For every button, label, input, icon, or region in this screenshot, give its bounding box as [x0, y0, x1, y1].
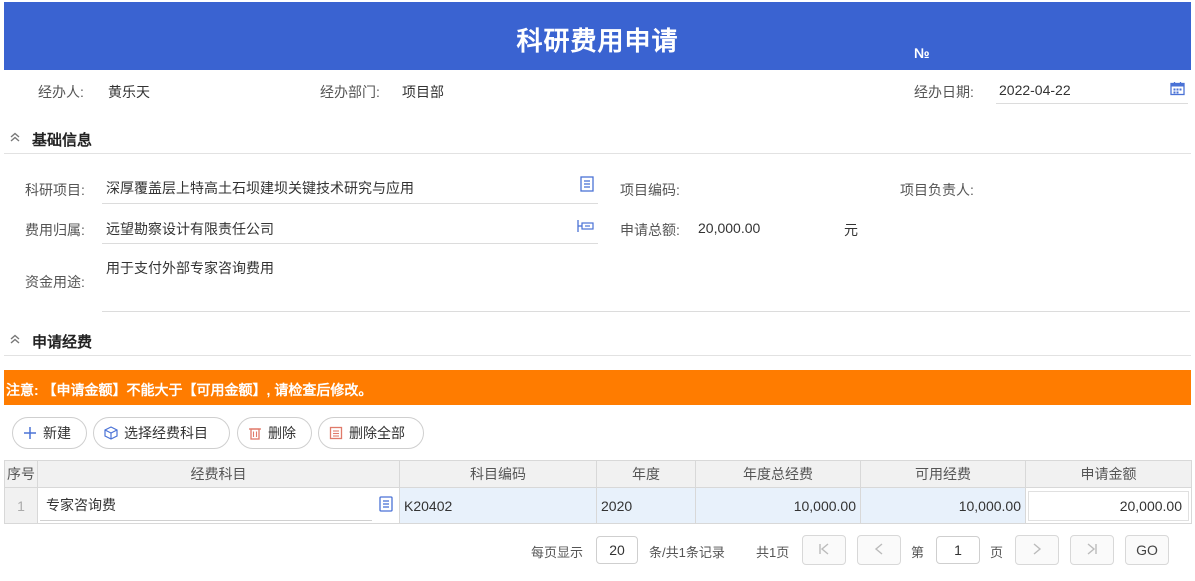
project-code-label: 项目编码:: [620, 182, 680, 198]
project-field[interactable]: 深厚覆盖层上特高土石坝建坝关键技术研究与应用: [102, 172, 598, 204]
go-label: GO: [1136, 542, 1158, 558]
section-title: 申请经费: [32, 334, 93, 351]
new-button-label: 新建: [43, 425, 71, 441]
delete-button-label: 删除: [268, 425, 296, 441]
handler-label: 经办人:: [38, 84, 84, 100]
org-tree-icon[interactable]: [576, 219, 594, 236]
collapse-icon[interactable]: [8, 130, 22, 144]
page-prefix: 第: [911, 545, 925, 560]
project-label: 科研项目:: [25, 182, 85, 198]
section-basic-info[interactable]: 基础信息: [4, 124, 1191, 154]
col-header-subject[interactable]: 经费科目: [37, 460, 400, 488]
total-label: 申请总额:: [620, 222, 680, 238]
table-row[interactable]: 1 专家咨询费 K20402 2020 10,000.00 10,000.00 …: [4, 487, 1192, 524]
page-header: 科研费用申请 №: [4, 2, 1191, 70]
year-cell: 2020: [596, 487, 696, 524]
select-subject-button[interactable]: 选择经费科目: [93, 417, 230, 449]
delete-all-button[interactable]: 删除全部: [318, 417, 424, 449]
project-value: 深厚覆盖层上特高土石坝建坝关键技术研究与应用: [106, 180, 414, 196]
col-header-amount[interactable]: 申请金额: [1025, 460, 1192, 488]
subject-input[interactable]: 专家咨询费: [40, 490, 372, 521]
new-button[interactable]: 新建: [12, 417, 87, 449]
amount-value: 20,000.00: [1119, 497, 1182, 514]
subject-picker-icon[interactable]: [379, 496, 393, 515]
purpose-label: 资金用途:: [25, 274, 85, 290]
section-title: 基础信息: [32, 132, 93, 149]
trash-all-icon: [329, 426, 343, 440]
delete-all-label: 删除全部: [349, 425, 405, 441]
row-index: 1: [4, 487, 38, 524]
per-page-select[interactable]: 20: [596, 536, 638, 564]
first-page-button[interactable]: [802, 535, 846, 565]
total-cell: 10,000.00: [695, 487, 861, 524]
pages-count: 共1页: [756, 545, 790, 560]
code-cell: K20402: [399, 487, 597, 524]
amount-input[interactable]: 20,000.00: [1028, 490, 1189, 521]
col-header-code[interactable]: 科目编码: [399, 460, 597, 488]
page-title: 科研费用申请: [516, 26, 679, 56]
table-header-row: 序号 经费科目 科目编码 年度 年度总经费 可用经费 申请金额: [4, 460, 1192, 488]
last-page-button[interactable]: [1070, 535, 1114, 565]
number-label: №: [914, 45, 930, 61]
total-value: 20,000.00: [698, 220, 761, 236]
cube-icon: [104, 426, 118, 440]
cost-label: 费用归属:: [25, 222, 85, 238]
warning-banner: 注意: 【申请金额】不能大于【可用金额】, 请检查后修改。: [4, 370, 1191, 405]
collapse-icon[interactable]: [8, 332, 22, 346]
cost-field[interactable]: 远望勘察设计有限责任公司: [102, 212, 598, 244]
funds-table: 序号 经费科目 科目编码 年度 年度总经费 可用经费 申请金额 1 专家咨询费: [4, 460, 1192, 524]
prev-page-button[interactable]: [857, 535, 901, 565]
plus-icon: [23, 426, 37, 440]
next-page-button[interactable]: [1015, 535, 1059, 565]
dept-label: 经办部门:: [320, 84, 380, 100]
handler-value: 黄乐天: [108, 84, 150, 100]
purpose-field[interactable]: 用于支付外部专家咨询费用: [102, 252, 1190, 312]
last-page-icon: [1085, 542, 1099, 559]
cost-value: 远望勘察设计有限责任公司: [106, 221, 274, 237]
col-header-available[interactable]: 可用经费: [860, 460, 1026, 488]
total-unit: 元: [844, 222, 858, 238]
dept-value: 项目部: [402, 84, 444, 100]
list-select-icon[interactable]: [580, 176, 594, 195]
date-label: 经办日期:: [914, 84, 974, 100]
page-input[interactable]: 1: [936, 536, 980, 564]
project-owner-label: 项目负责人:: [900, 182, 974, 198]
col-header-year[interactable]: 年度: [596, 460, 696, 488]
first-page-icon: [817, 542, 831, 559]
prev-page-icon: [872, 542, 886, 559]
page-value: 1: [954, 542, 962, 558]
per-page-value: 20: [609, 542, 625, 558]
date-field[interactable]: 2022-04-22: [996, 76, 1188, 104]
subject-value: 专家咨询费: [46, 497, 116, 513]
calendar-icon[interactable]: [1170, 81, 1185, 99]
col-header-total[interactable]: 年度总经费: [695, 460, 861, 488]
page-suffix: 页: [990, 545, 1004, 560]
date-value: 2022-04-22: [999, 82, 1071, 98]
section-apply-funds[interactable]: 申请经费: [4, 326, 1191, 356]
trash-icon: [248, 426, 262, 440]
next-page-icon: [1030, 542, 1044, 559]
per-page-label: 每页显示: [531, 545, 584, 560]
col-header-index: 序号: [4, 460, 38, 488]
amount-cell[interactable]: 20,000.00: [1025, 487, 1192, 524]
select-subject-label: 选择经费科目: [124, 425, 208, 441]
available-cell: 10,000.00: [860, 487, 1026, 524]
records-count: 条/共1条记录: [649, 545, 725, 560]
subject-cell[interactable]: 专家咨询费: [37, 487, 400, 524]
delete-button[interactable]: 删除: [237, 417, 312, 449]
purpose-value: 用于支付外部专家咨询费用: [106, 260, 274, 276]
go-button[interactable]: GO: [1125, 535, 1169, 565]
